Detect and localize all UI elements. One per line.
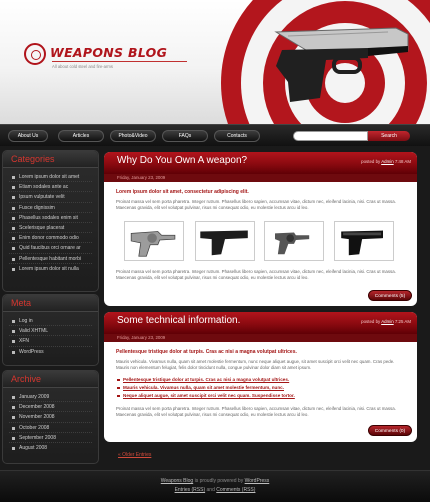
post-bullet-list: Pellentesque tristique dolor at turpis. …: [116, 376, 405, 400]
post-body: Lorem ipsum dolor sit amet, consectetur …: [104, 182, 417, 220]
footer-credit: Weapons Blog is proudly powered by WordP…: [0, 478, 430, 484]
meta-title: Meta: [3, 295, 98, 312]
post-meta: Friday, January 23, 2009 posted by Admin…: [104, 319, 417, 342]
post-lead: Pellentesque tristique dolor at turpis. …: [116, 349, 297, 355]
footer-comments-rss-link[interactable]: Comments (RSS): [216, 487, 255, 493]
header: WEAPONS BLOG All about cold steel and fi…: [0, 0, 430, 124]
pistol-image: [274, 27, 409, 102]
post-date: Friday, January 23, 2009: [117, 335, 166, 340]
posted-by-label: posted by: [361, 319, 381, 324]
nav-contacts[interactable]: Contacts: [214, 130, 260, 142]
archive-link[interactable]: August 2008: [9, 443, 92, 453]
post-time: 7:25 AM: [394, 319, 411, 324]
nav-about-us[interactable]: About Us: [8, 130, 48, 142]
revolver-thumbnail[interactable]: [264, 221, 324, 261]
category-link[interactable]: Fusce dignissim: [9, 203, 92, 213]
post-author: posted by Admin 7:48 AM: [361, 159, 411, 164]
site-logo[interactable]: WEAPONS BLOG: [50, 45, 167, 60]
archive-link[interactable]: October 2008: [9, 423, 92, 433]
pistol-thumbnail[interactable]: [195, 221, 255, 261]
post-lead: Lorem ipsum dolor sit amet, consectetur …: [116, 189, 249, 195]
categories-widget: Categories Lorem ipsum dolor sit amet Et…: [2, 150, 99, 292]
nav-faqs[interactable]: FAQs: [162, 130, 208, 142]
nav-photo-video[interactable]: Photo&Video: [110, 130, 156, 142]
post-card: Some technical information. Friday, Janu…: [104, 312, 417, 442]
post-meta: Friday, January 23, 2009 posted by Admin…: [104, 159, 417, 182]
archive-link[interactable]: September 2008: [9, 433, 92, 443]
nav-articles[interactable]: Articles: [58, 130, 104, 142]
pistol-thumbnail[interactable]: [334, 221, 394, 261]
post-title[interactable]: Why Do You Own A weapon?: [117, 155, 247, 166]
site-tagline: All about cold steel and fire-arms: [52, 64, 113, 69]
footer-wordpress-link[interactable]: WordPress: [245, 478, 270, 484]
logo-icon: [24, 43, 46, 65]
category-link[interactable]: Enim donor commodo odio: [9, 233, 92, 244]
post-paragraph: Mauris vehicula. Vivamus nulla, quam sit…: [116, 359, 395, 371]
post-paragraph: Proinat massa vel sem porta pharetra. In…: [116, 199, 396, 211]
posted-by-label: posted by: [361, 159, 381, 164]
category-link[interactable]: Ipsum vulputate velit: [9, 192, 92, 203]
search-input[interactable]: [293, 131, 368, 141]
meta-widget: Meta Log in Valid XHTML XFN WordPress: [2, 294, 99, 366]
comments-button[interactable]: Comments (0): [368, 425, 412, 436]
search-button[interactable]: Search: [368, 131, 410, 141]
meta-link[interactable]: Valid XHTML: [9, 326, 92, 337]
post-paragraph: Proinat massa vel sem porta pharetra. In…: [116, 269, 396, 281]
category-link[interactable]: Pellentesque habitant morbi: [9, 254, 92, 264]
category-link[interactable]: Phasellus sodales enim sit: [9, 213, 92, 223]
post-title[interactable]: Some technical information.: [117, 315, 240, 326]
category-link[interactable]: Lorem ipsum dolor sit amet: [9, 172, 92, 183]
category-link[interactable]: Scelerisque placerat: [9, 223, 92, 234]
post-body: Pellentesque tristique dolor at turpis. …: [104, 342, 417, 427]
post-author: posted by Admin 7:25 AM: [361, 319, 411, 324]
footer-feeds: Entries (RSS) and Comments (RSS): [0, 487, 430, 493]
bullet-link[interactable]: Neque aliquet augue, sit amet suscipit o…: [116, 392, 405, 400]
footer-text: is proudly powered by: [193, 478, 245, 484]
meta-link[interactable]: XFN: [9, 336, 92, 347]
post-paragraph: Proinat massa vel sem porta pharetra. In…: [116, 405, 396, 418]
post-time: 7:48 AM: [394, 159, 411, 164]
archive-title: Archive: [3, 371, 98, 388]
comments-button[interactable]: Comments (5): [368, 290, 412, 301]
meta-link[interactable]: WordPress: [9, 347, 92, 357]
bullet-link[interactable]: Mauris vehicula. Vivamus nulla, quam sit…: [116, 384, 405, 392]
revolver-thumbnail[interactable]: [124, 221, 184, 261]
main-navigation: About Us Articles Photo&Video FAQs Conta…: [0, 124, 430, 146]
footer-text: and: [205, 487, 217, 493]
footer-site-link[interactable]: Weapons Blog: [161, 478, 193, 484]
categories-title: Categories: [3, 151, 98, 168]
archive-link[interactable]: December 2008: [9, 402, 92, 413]
logo-underline: [52, 61, 187, 62]
footer: Weapons Blog is proudly powered by WordP…: [0, 470, 430, 502]
post-date: Friday, January 23, 2009: [117, 175, 166, 180]
archive-link[interactable]: January 2009: [9, 392, 92, 403]
bullet-link[interactable]: Pellentesque tristique dolor at turpis. …: [116, 376, 405, 384]
author-link[interactable]: Admin: [381, 319, 393, 324]
category-link[interactable]: Lorem ipsum dolor sit nulla: [9, 264, 92, 274]
footer-entries-rss-link[interactable]: Entries (RSS): [175, 487, 206, 493]
post-card: Why Do You Own A weapon? Friday, January…: [104, 152, 417, 306]
older-entries-link[interactable]: « Older Entries: [118, 452, 151, 458]
author-link[interactable]: Admin: [381, 159, 393, 164]
archive-widget: Archive January 2009 December 2008 Novem…: [2, 370, 99, 464]
archive-link[interactable]: November 2008: [9, 412, 92, 423]
category-link[interactable]: Etiam sodales ante ac: [9, 182, 92, 193]
category-link[interactable]: Quid faucibus orci ornare ar: [9, 243, 92, 254]
meta-link[interactable]: Log in: [9, 316, 92, 327]
